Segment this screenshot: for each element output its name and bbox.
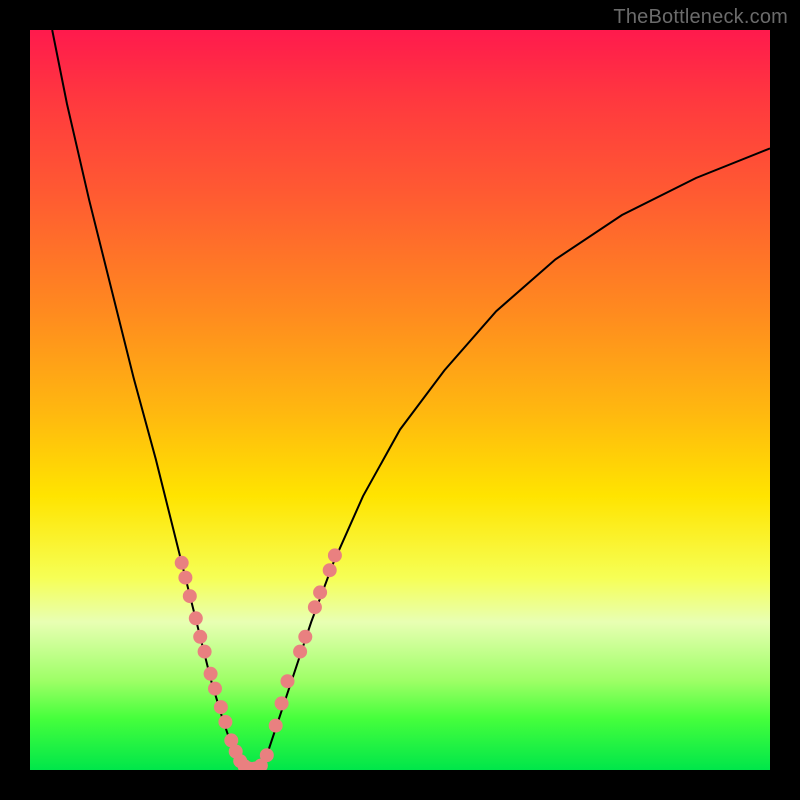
marker-dot bbox=[189, 611, 203, 625]
marker-dot bbox=[298, 630, 312, 644]
marker-dot bbox=[183, 589, 197, 603]
marker-dot bbox=[281, 674, 295, 688]
marker-dot bbox=[275, 696, 289, 710]
left-curve bbox=[52, 30, 244, 770]
marker-group bbox=[175, 548, 342, 770]
marker-dot bbox=[175, 556, 189, 570]
chart-frame: TheBottleneck.com bbox=[0, 0, 800, 800]
marker-dot bbox=[269, 719, 283, 733]
marker-dot bbox=[260, 748, 274, 762]
marker-dot bbox=[198, 645, 212, 659]
watermark-text: TheBottleneck.com bbox=[613, 6, 788, 29]
marker-dot bbox=[208, 682, 222, 696]
right-curve bbox=[259, 148, 770, 770]
marker-dot bbox=[323, 563, 337, 577]
curves-svg bbox=[30, 30, 770, 770]
marker-dot bbox=[204, 667, 218, 681]
marker-dot bbox=[193, 630, 207, 644]
marker-dot bbox=[308, 600, 322, 614]
marker-dot bbox=[313, 585, 327, 599]
marker-dot bbox=[178, 571, 192, 585]
marker-dot bbox=[214, 700, 228, 714]
plot-area bbox=[30, 30, 770, 770]
marker-dot bbox=[293, 645, 307, 659]
marker-dot bbox=[218, 715, 232, 729]
marker-dot bbox=[328, 548, 342, 562]
